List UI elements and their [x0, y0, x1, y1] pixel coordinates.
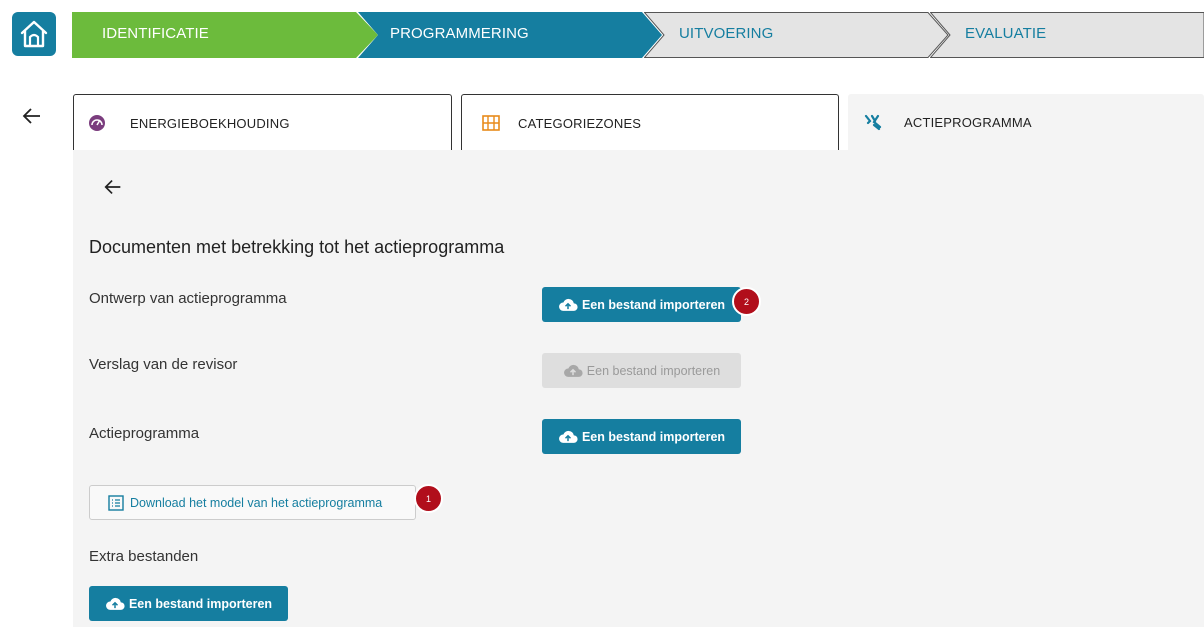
back-arrow-icon[interactable] [102, 176, 124, 198]
step-label: EVALUATIE [965, 25, 1047, 42]
tools-icon [864, 114, 882, 131]
step-badge-2: 2 [732, 287, 761, 316]
import-button-label: Een bestand importeren [128, 596, 273, 611]
step-evaluatie[interactable]: EVALUATIE [930, 12, 1204, 58]
import-button-actieprogramma[interactable]: Een bestand importeren [542, 419, 741, 454]
download-model-button[interactable]: Download het model van het actieprogramm… [89, 485, 416, 520]
extra-files-label: Extra bestanden [89, 548, 199, 565]
home-icon [20, 20, 48, 48]
step-uitvoering[interactable]: UITVOERING [644, 12, 950, 58]
import-button-verslag[interactable]: Een bestand importeren [542, 353, 741, 388]
tab-actieprogramma[interactable]: ACTIEPROGRAMMA [848, 94, 1204, 150]
gauge-icon [89, 115, 105, 131]
cloud-upload-icon [563, 364, 583, 377]
tab-energieboekhouding[interactable]: ENERGIEBOEKHOUDING [73, 94, 452, 150]
step-identificatie[interactable]: IDENTIFICATIE [72, 12, 380, 58]
download-model-label: Download het model van het actieprogramm… [130, 495, 383, 510]
step-badge-1: 1 [414, 484, 443, 513]
process-stepper: IDENTIFICATIE PROGRAMMERING UITVOERING E… [72, 12, 1204, 58]
map-icon [482, 115, 500, 131]
import-button-label: Een bestand importeren [581, 297, 726, 312]
step-label: UITVOERING [679, 25, 774, 42]
home-button[interactable] [12, 12, 56, 56]
import-button-label: Een bestand importeren [581, 429, 726, 444]
row-label-verslag: Verslag van de revisor [89, 356, 238, 373]
cloud-upload-icon [105, 597, 125, 610]
cloud-upload-icon [558, 298, 578, 311]
row-label-actieprogramma: Actieprogramma [89, 425, 200, 442]
row-label-ontwerp: Ontwerp van actieprogramma [89, 290, 287, 307]
import-button-label: Een bestand importeren [586, 363, 721, 378]
tab-label: CATEGORIEZONES [518, 116, 642, 131]
back-arrow-icon[interactable] [20, 104, 44, 128]
list-document-icon [108, 494, 124, 511]
step-label: IDENTIFICATIE [102, 25, 209, 42]
cloud-upload-icon [558, 430, 578, 443]
step-programmering[interactable]: PROGRAMMERING [358, 12, 664, 58]
content-panel [73, 150, 1204, 627]
import-button-extra[interactable]: Een bestand importeren [89, 586, 288, 621]
section-title: Documenten met betrekking tot het actiep… [89, 237, 505, 257]
tab-categoriezones[interactable]: CATEGORIEZONES [461, 94, 839, 150]
tab-label: ACTIEPROGRAMMA [904, 115, 1032, 130]
step-label: PROGRAMMERING [390, 25, 529, 42]
tab-label: ENERGIEBOEKHOUDING [130, 116, 290, 131]
import-button-ontwerp[interactable]: Een bestand importeren [542, 287, 741, 322]
